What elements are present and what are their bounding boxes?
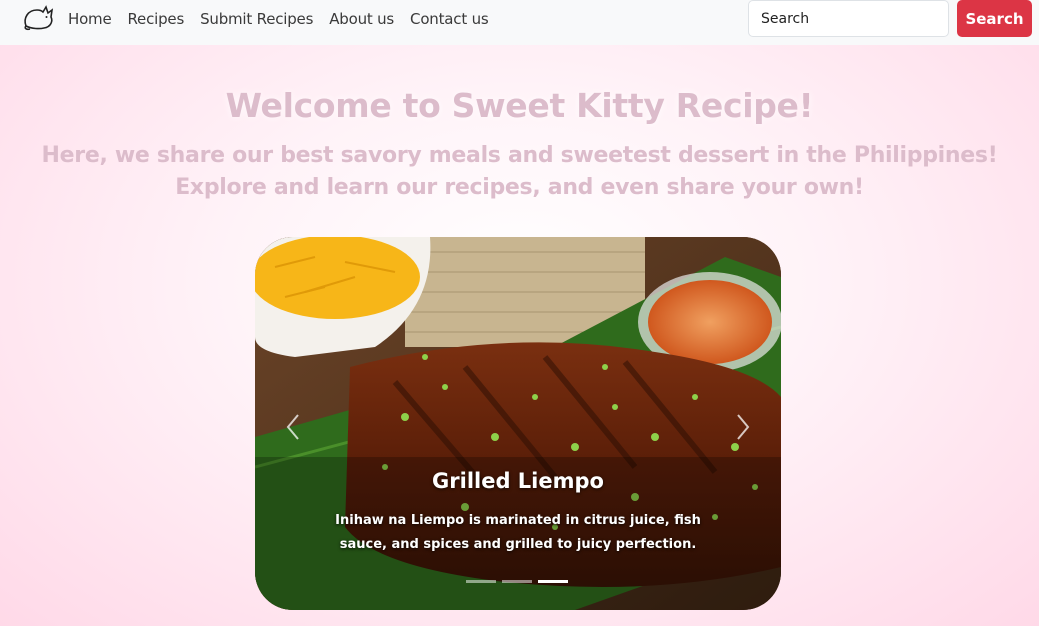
carousel-indicator-1[interactable] [466, 580, 496, 583]
hero-subtitle-line1: Here, we share our best savory meals and… [41, 143, 998, 168]
chevron-left-icon [286, 414, 299, 440]
carousel-prev-button[interactable] [273, 407, 313, 447]
navbar: Home Recipes Submit Recipes About us Con… [0, 0, 1039, 45]
slide-title: Grilled Liempo [432, 469, 604, 493]
carousel-indicators [466, 580, 568, 583]
carousel-next-button[interactable] [723, 407, 763, 447]
search-input[interactable] [748, 0, 949, 37]
chevron-right-icon [737, 414, 750, 440]
nav-link-contact-us[interactable]: Contact us [410, 10, 489, 28]
page-title: Welcome to Sweet Kitty Recipe! [225, 86, 814, 125]
search-button[interactable]: Search [957, 0, 1032, 37]
nav-link-home[interactable]: Home [68, 10, 112, 28]
carousel-indicator-3[interactable] [538, 580, 568, 583]
slide-description: Inihaw na Liempo is marinated in citrus … [335, 513, 701, 552]
carousel-indicator-2[interactable] [502, 580, 532, 583]
nav-link-recipes[interactable]: Recipes [128, 10, 185, 28]
recipe-carousel[interactable]: Grilled Liempo Inihaw na Liempo is marin… [255, 237, 781, 610]
cat-logo-icon[interactable] [22, 4, 56, 32]
nav-links: Home Recipes Submit Recipes About us Con… [68, 0, 505, 38]
nav-link-about-us[interactable]: About us [329, 10, 394, 28]
nav-link-submit-recipes[interactable]: Submit Recipes [200, 10, 313, 28]
hero-subtitle-line2: Explore and learn our recipes, and even … [175, 175, 864, 200]
